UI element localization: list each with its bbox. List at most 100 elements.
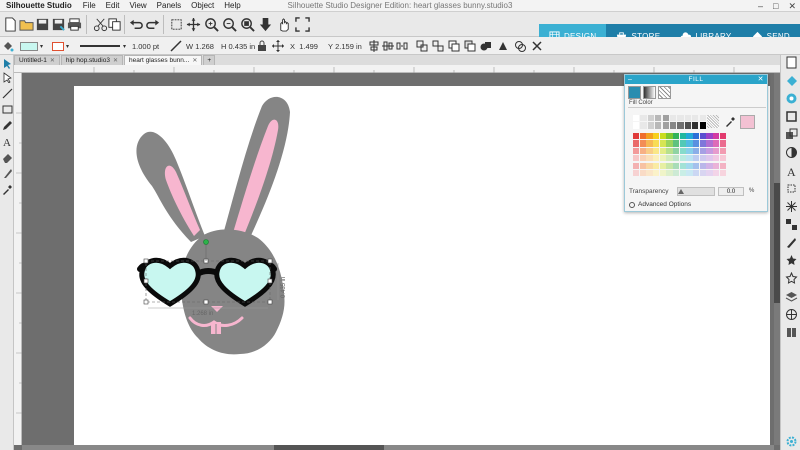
eyedropper-icon[interactable] [724, 115, 736, 128]
menu-panels[interactable]: Panels [152, 1, 186, 10]
color-swatch[interactable] [712, 147, 720, 155]
color-swatch[interactable] [677, 115, 684, 122]
color-swatch[interactable] [699, 115, 706, 122]
color-swatch[interactable] [699, 162, 706, 169]
color-swatch[interactable] [677, 122, 684, 129]
save-library-icon[interactable] [50, 15, 66, 33]
color-swatch[interactable] [647, 115, 655, 122]
color-swatch[interactable] [706, 155, 713, 162]
print-icon[interactable] [66, 15, 82, 33]
color-swatch[interactable] [686, 155, 693, 162]
horizontal-scrollbar[interactable] [22, 445, 774, 450]
hand-pan-icon[interactable] [276, 15, 292, 33]
color-swatch[interactable] [666, 155, 673, 162]
doc-tab-heart-glasses[interactable]: heart glasses bunn... ✕ [123, 55, 203, 66]
color-swatch[interactable] [633, 115, 640, 122]
fill-panel-icon[interactable] [784, 73, 798, 87]
close-tab-icon[interactable]: ✕ [113, 56, 118, 66]
color-swatch[interactable] [666, 170, 673, 177]
position-move-icon[interactable] [272, 39, 284, 53]
color-swatch[interactable] [692, 162, 700, 169]
color-swatch[interactable] [633, 155, 640, 162]
pattern-fill-tab[interactable] [658, 86, 671, 99]
color-swatch[interactable] [646, 162, 653, 169]
color-swatch[interactable] [712, 162, 720, 169]
color-swatch[interactable] [712, 140, 720, 147]
lock-aspect-icon[interactable] [256, 39, 268, 53]
zoom-in-icon[interactable] [203, 15, 219, 33]
undo-icon[interactable] [128, 15, 144, 33]
transform-panel-icon[interactable] [784, 127, 798, 141]
eraser-tool-icon[interactable] [1, 151, 13, 163]
color-swatch[interactable] [679, 140, 686, 147]
color-swatch[interactable] [706, 162, 713, 169]
color-swatch[interactable] [659, 162, 666, 169]
color-swatch[interactable] [652, 147, 660, 155]
close-panel-icon[interactable]: ✕ [758, 75, 764, 84]
color-swatch[interactable] [672, 155, 680, 162]
color-swatch[interactable] [719, 162, 726, 169]
weld-icon[interactable] [480, 39, 492, 53]
color-swatch[interactable] [666, 140, 673, 147]
knife-panel-icon[interactable] [784, 235, 798, 249]
color-swatch[interactable] [639, 133, 646, 140]
color-swatch[interactable] [646, 133, 653, 140]
close-tab-icon[interactable]: ✕ [192, 56, 197, 66]
color-swatch[interactable] [679, 147, 686, 155]
replicate-panel-icon[interactable] [784, 217, 798, 231]
distribute-icon[interactable] [396, 39, 408, 53]
align-center-icon[interactable] [368, 39, 380, 53]
open-folder-icon[interactable] [18, 15, 34, 33]
color-swatch[interactable] [633, 170, 640, 177]
color-swatch[interactable] [672, 133, 680, 140]
color-swatch[interactable] [679, 133, 686, 140]
new-tab-button[interactable]: + [203, 55, 216, 65]
color-swatch[interactable] [692, 140, 700, 147]
menu-file[interactable]: File [78, 1, 101, 10]
color-swatch[interactable] [686, 147, 693, 155]
color-swatch[interactable] [699, 155, 706, 162]
color-swatch[interactable] [692, 133, 700, 140]
y-field[interactable]: Y 2.159 in [328, 39, 362, 53]
color-swatch[interactable] [633, 162, 640, 169]
color-swatch[interactable] [652, 170, 660, 177]
color-swatch[interactable] [666, 147, 673, 155]
color-swatch[interactable] [719, 170, 726, 177]
text-style-icon[interactable]: A [784, 163, 798, 177]
solid-fill-tab[interactable] [628, 86, 641, 99]
color-swatch[interactable] [699, 147, 706, 155]
page-setup-icon[interactable] [784, 55, 798, 69]
color-swatch[interactable] [706, 170, 713, 177]
line-tool-icon[interactable] [1, 87, 13, 99]
color-swatch[interactable] [662, 122, 669, 129]
menu-view[interactable]: View [124, 1, 151, 10]
group-icon[interactable] [416, 39, 428, 53]
color-swatch[interactable] [659, 155, 666, 162]
fit-page-icon[interactable] [294, 15, 310, 33]
move-icon[interactable] [185, 15, 201, 33]
align-middle-icon[interactable] [382, 39, 394, 53]
text-tool-icon[interactable]: A [1, 135, 13, 147]
close-tab-icon[interactable]: ✕ [50, 56, 55, 66]
color-swatch[interactable] [659, 147, 666, 155]
color-swatch[interactable] [652, 155, 660, 162]
line-style-select[interactable]: ▾ [80, 39, 126, 53]
height-field[interactable]: H 0.435 in [221, 39, 255, 53]
duplicate-icon[interactable] [514, 39, 526, 53]
maximize-icon[interactable]: □ [773, 1, 778, 11]
transparency-slider[interactable] [677, 187, 715, 196]
advanced-options-toggle[interactable]: Advanced Options [629, 201, 691, 208]
transparent-swatch[interactable] [707, 115, 719, 128]
copy-icon[interactable] [106, 15, 122, 33]
line-width-field[interactable]: 1.000 pt [132, 39, 159, 53]
pencil-tool-icon[interactable] [1, 119, 13, 131]
fill-color-swatch[interactable]: ▾ [20, 39, 43, 53]
redo-icon[interactable] [144, 15, 160, 33]
color-swatch[interactable] [672, 147, 680, 155]
color-swatch[interactable] [652, 162, 660, 169]
color-swatch[interactable] [706, 140, 713, 147]
color-swatch[interactable] [633, 122, 640, 129]
new-document-icon[interactable] [2, 15, 18, 33]
fill-icon[interactable] [2, 39, 14, 53]
color-swatch[interactable] [684, 122, 692, 129]
